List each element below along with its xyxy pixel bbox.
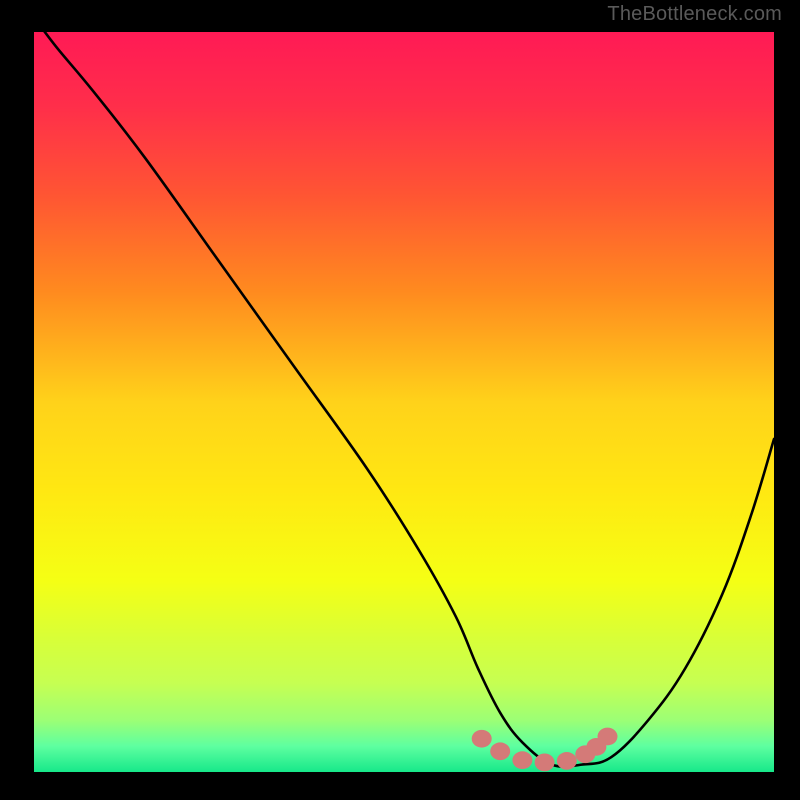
optimal-range-markers — [472, 728, 618, 772]
optimal-marker — [557, 752, 577, 770]
chart-curve-layer — [34, 32, 774, 772]
optimal-marker — [512, 751, 532, 769]
optimal-marker — [535, 754, 555, 772]
bottleneck-curve — [34, 32, 774, 767]
plot-area — [34, 32, 774, 772]
chart-frame: TheBottleneck.com — [0, 0, 800, 800]
optimal-marker — [490, 742, 510, 760]
attribution-text: TheBottleneck.com — [607, 3, 782, 26]
optimal-marker — [472, 730, 492, 748]
optimal-marker — [598, 728, 618, 746]
